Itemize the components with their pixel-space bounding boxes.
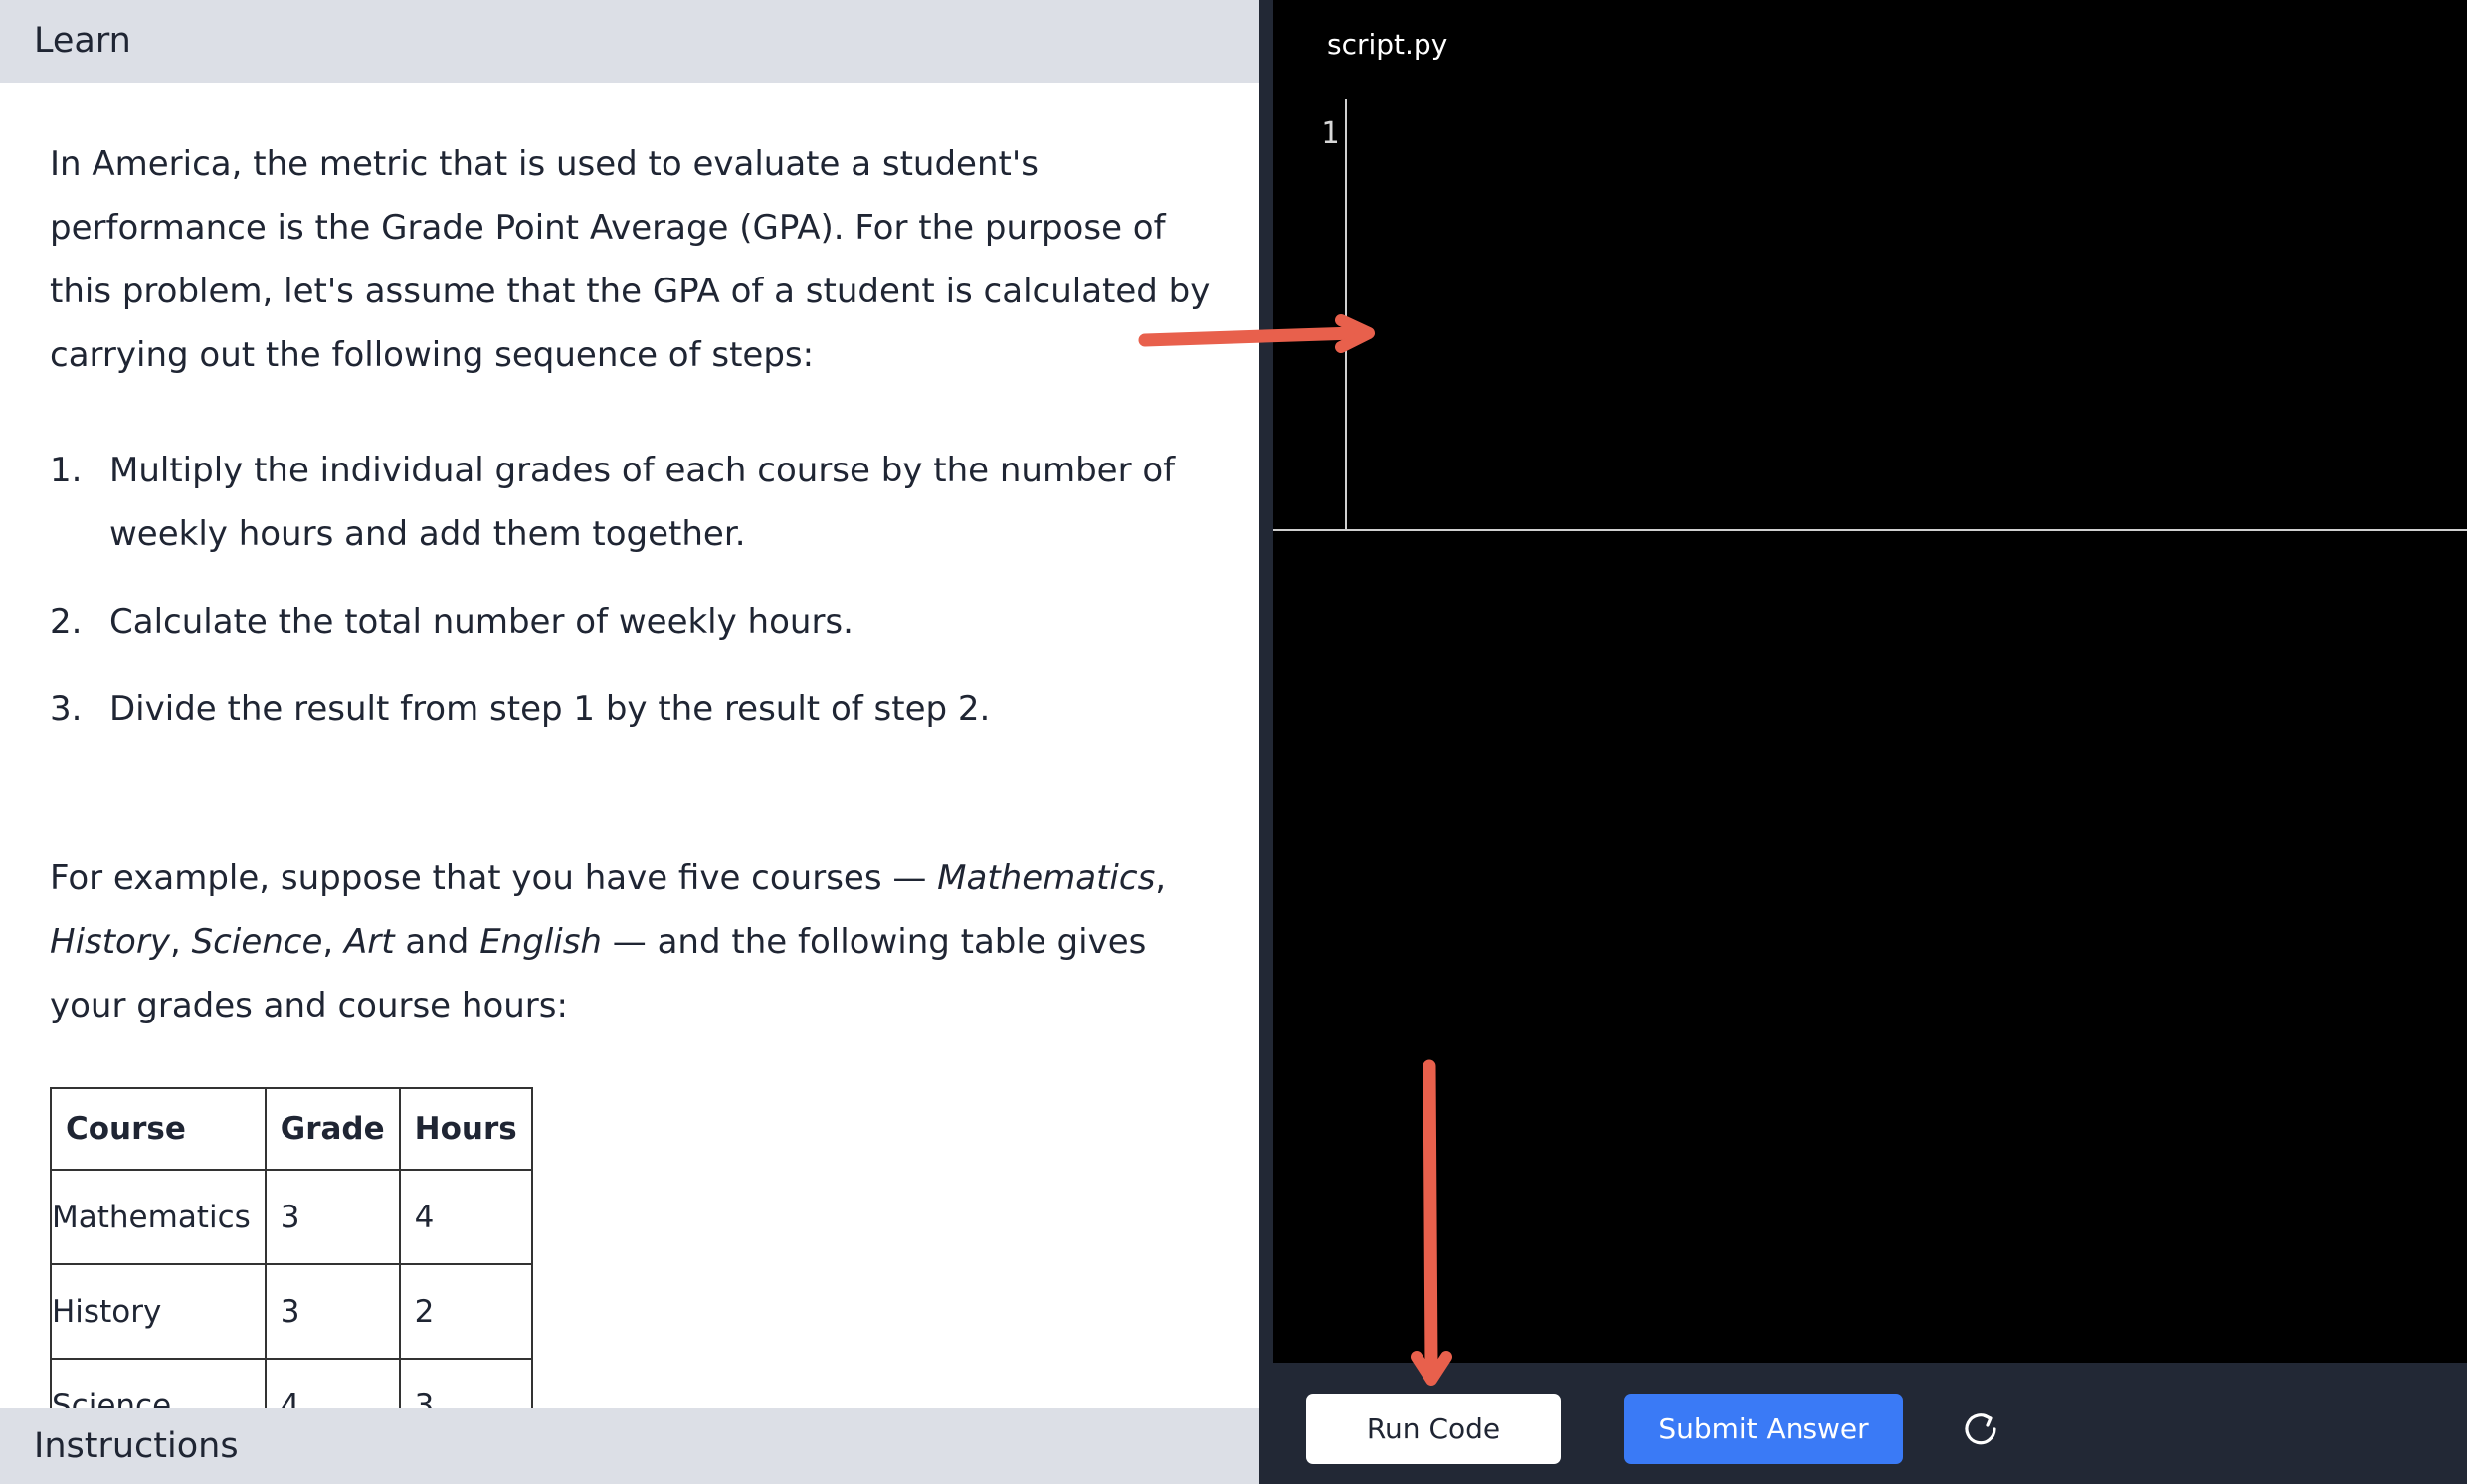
step-number: 1. xyxy=(50,451,83,490)
example-text: For example, suppose that you have five … xyxy=(50,858,938,898)
instructions-header[interactable]: Instructions xyxy=(0,1408,1259,1484)
grades-table: Course Grade Hours Mathematics 3 4 Histo… xyxy=(50,1087,533,1408)
example-paragraph: For example, suppose that you have five … xyxy=(50,846,1214,1037)
learn-header[interactable]: Learn xyxy=(0,0,1259,83)
course-cell: History xyxy=(50,1263,267,1360)
separator: , xyxy=(169,922,192,962)
grade-cell: 3 xyxy=(264,1263,401,1360)
table-row: Science 4 3 xyxy=(50,1358,533,1408)
course-name-art: Art xyxy=(344,922,395,962)
course-name-history: History xyxy=(50,922,170,962)
separator: , xyxy=(322,922,345,962)
column-header-course: Course xyxy=(50,1087,267,1171)
table-row: Mathematics 3 4 xyxy=(50,1169,533,1265)
step-text: Divide the result from step 1 by the res… xyxy=(109,689,991,729)
list-item: 1. Multiply the individual grades of eac… xyxy=(50,439,1214,566)
hours-cell: 4 xyxy=(398,1169,533,1265)
course-cell: Mathematics xyxy=(50,1169,267,1265)
refresh-icon-graphic xyxy=(1965,1413,1996,1445)
list-item: 2. Calculate the total number of weekly … xyxy=(50,590,1214,653)
column-header-hours: Hours xyxy=(398,1087,533,1171)
lesson-panel: Learn In America, the metric that is use… xyxy=(0,0,1259,1484)
instructions-header-label: Instructions xyxy=(34,1426,239,1466)
run-code-button[interactable]: Run Code xyxy=(1306,1394,1561,1464)
editor-tab-bar: script.py xyxy=(1273,0,2467,96)
grade-cell: 3 xyxy=(264,1169,401,1265)
gutter-divider xyxy=(1345,99,1347,529)
hours-cell: 2 xyxy=(398,1263,533,1360)
line-number: 1 xyxy=(1321,116,1340,151)
course-name-science: Science xyxy=(191,922,323,962)
lesson-content[interactable]: In America, the metric that is used to e… xyxy=(50,83,1224,1408)
separator: , xyxy=(1155,858,1167,898)
grade-cell: 4 xyxy=(264,1358,401,1408)
app-root: Learn In America, the metric that is use… xyxy=(0,0,2467,1484)
code-editor[interactable]: 1 xyxy=(1273,96,2467,529)
column-header-grade: Grade xyxy=(264,1087,401,1171)
course-name-mathematics: Mathematics xyxy=(937,858,1156,898)
code-input-area[interactable] xyxy=(1357,96,2461,526)
refresh-icon[interactable] xyxy=(1956,1404,2005,1454)
course-cell: Science xyxy=(50,1358,267,1408)
steps-list: 1. Multiply the individual grades of eac… xyxy=(50,439,1214,765)
step-text: Multiply the individual grades of each c… xyxy=(109,451,1176,554)
file-tab-script[interactable]: script.py xyxy=(1327,28,1447,61)
course-name-english: English xyxy=(479,922,602,962)
step-number: 2. xyxy=(50,602,83,642)
learn-header-label: Learn xyxy=(34,21,131,61)
console-output[interactable] xyxy=(1273,531,2467,1363)
workspace-panel: script.py 1 Run Code Submit Answer xyxy=(1259,0,2467,1484)
step-text: Calculate the total number of weekly hou… xyxy=(109,602,854,642)
action-footer: Run Code Submit Answer xyxy=(1273,1363,2467,1484)
submit-answer-button[interactable]: Submit Answer xyxy=(1624,1394,1903,1464)
table-header-row: Course Grade Hours xyxy=(50,1087,533,1171)
hours-cell: 3 xyxy=(398,1358,533,1408)
separator: and xyxy=(394,922,480,962)
intro-paragraph: In America, the metric that is used to e… xyxy=(50,144,1211,375)
step-number: 3. xyxy=(50,689,83,729)
list-item: 3. Divide the result from step 1 by the … xyxy=(50,677,1214,741)
table-row: History 3 2 xyxy=(50,1263,533,1360)
